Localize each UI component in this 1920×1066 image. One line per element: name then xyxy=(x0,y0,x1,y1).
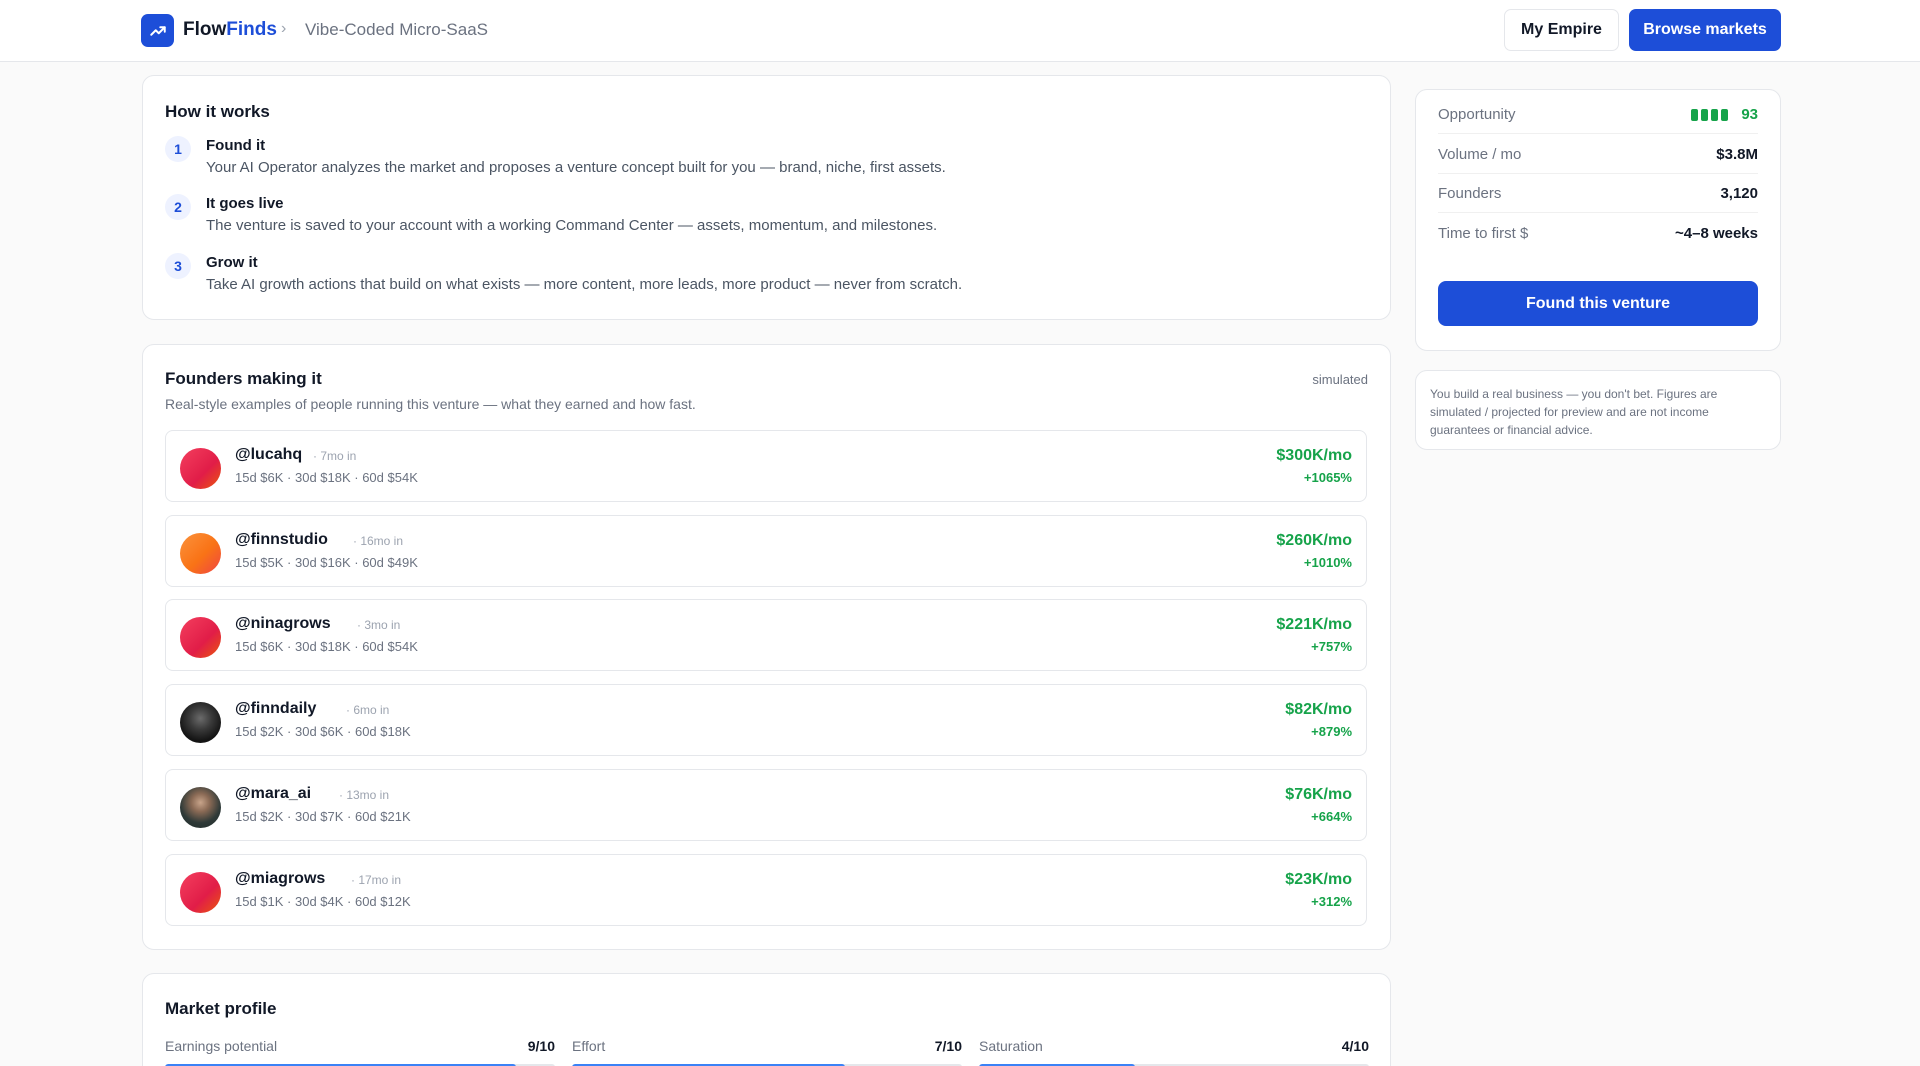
founder-mrr: $260K/mo xyxy=(1276,532,1352,549)
avatar xyxy=(180,617,221,658)
avatar xyxy=(180,533,221,574)
founder-mrr: $300K/mo xyxy=(1276,447,1352,464)
founder-stats: 15d $2K · 30d $7K · 60d $21K xyxy=(235,809,411,824)
founder-growth: +879% xyxy=(1311,724,1352,739)
simulated-badge: simulated xyxy=(1312,372,1368,387)
founder-stats: 15d $5K · 30d $16K · 60d $49K xyxy=(235,555,418,570)
breadcrumb-current[interactable]: Vibe-Coded Micro-SaaS xyxy=(305,20,488,40)
opportunity-score: 93 xyxy=(1741,106,1758,123)
metric-value: 7/10 xyxy=(934,1038,962,1054)
founder-stats: 15d $6K · 30d $18K · 60d $54K xyxy=(235,470,418,485)
metric-value: 4/10 xyxy=(1341,1038,1369,1054)
founder-growth: +664% xyxy=(1311,809,1352,824)
metric-label: Saturation xyxy=(979,1038,1043,1054)
founder-tenure: · 13mo in xyxy=(339,788,390,802)
chevron-right-icon: › xyxy=(281,20,287,37)
founders-count-row: Founders 3,120 xyxy=(1438,174,1758,213)
my-empire-button[interactable]: My Empire xyxy=(1504,9,1619,51)
brand-logo-icon[interactable] xyxy=(141,14,174,47)
avatar xyxy=(180,787,221,828)
step-number: 1 xyxy=(165,136,191,162)
founder-handle[interactable]: @mara_ai xyxy=(235,785,311,803)
founder-handle[interactable]: @ninagrows xyxy=(235,615,331,633)
founder-stats: 15d $1K · 30d $4K · 60d $12K xyxy=(235,894,411,909)
step-found-it: 1 Found it Your AI Operator analyzes the… xyxy=(165,136,1365,186)
how-it-works-card: How it works 1 Found it Your AI Operator… xyxy=(142,75,1391,320)
avatar xyxy=(180,702,221,743)
founder-growth: +757% xyxy=(1311,639,1352,654)
volume-value: $3.8M xyxy=(1716,146,1758,163)
browse-markets-button[interactable]: Browse markets xyxy=(1629,9,1781,51)
founder-tenure: · 6mo in xyxy=(346,703,390,717)
market-profile-card: Market profile Earnings potential 9/10 E… xyxy=(142,973,1391,1066)
founders-title: Founders making it xyxy=(165,369,322,388)
market-profile-title: Market profile xyxy=(165,999,277,1018)
time-to-first-row: Time to first $ ~4–8 weeks xyxy=(1438,214,1758,253)
founder-handle[interactable]: @lucahq xyxy=(235,446,302,464)
venture-summary-card: Opportunity 93 Volume / mo $3.8M Founder… xyxy=(1415,89,1781,351)
avatar xyxy=(180,448,221,489)
trending-up-icon xyxy=(149,25,166,36)
time-to-first-value: ~4–8 weeks xyxy=(1675,225,1758,242)
founder-handle[interactable]: @miagrows xyxy=(235,870,325,888)
step-description: The venture is saved to your account wit… xyxy=(206,217,938,234)
opportunity-row: Opportunity 93 xyxy=(1438,95,1758,134)
founder-stats: 15d $6K · 30d $18K · 60d $54K xyxy=(235,639,418,654)
founder-mrr: $23K/mo xyxy=(1285,871,1352,888)
founder-mrr: $82K/mo xyxy=(1285,701,1352,718)
found-venture-button[interactable]: Found this venture xyxy=(1438,281,1758,326)
step-title: Grow it xyxy=(206,254,258,271)
founder-row[interactable]: @lucahq · 7mo in 15d $6K · 30d $18K · 60… xyxy=(165,430,1367,502)
avatar xyxy=(180,872,221,913)
founder-row[interactable]: @miagrows · 17mo in 15d $1K · 30d $4K · … xyxy=(165,854,1367,926)
founders-count-value: 3,120 xyxy=(1720,185,1758,202)
brand-name[interactable]: FlowFinds xyxy=(183,19,277,41)
how-it-works-title: How it works xyxy=(165,102,270,121)
metric-label: Earnings potential xyxy=(165,1038,278,1054)
founders-subtitle: Real-style examples of people running th… xyxy=(165,396,696,412)
founder-tenure: · 16mo in xyxy=(353,534,404,548)
founder-tenure: · 7mo in xyxy=(313,449,357,463)
founder-growth: +312% xyxy=(1311,894,1352,909)
founders-count-label: Founders xyxy=(1438,185,1502,202)
top-header: FlowFinds › Vibe-Coded Micro-SaaS My Emp… xyxy=(0,0,1920,62)
founder-mrr: $76K/mo xyxy=(1285,786,1352,803)
opportunity-label: Opportunity xyxy=(1438,106,1516,123)
founder-tenure: · 3mo in xyxy=(357,618,401,632)
founder-growth: +1010% xyxy=(1303,555,1352,570)
disclaimer-text: You build a real business — you don't be… xyxy=(1430,387,1718,437)
step-description: Take AI growth actions that build on wha… xyxy=(206,276,963,293)
volume-label: Volume / mo xyxy=(1438,146,1522,163)
founder-row[interactable]: @mara_ai · 13mo in 15d $2K · 30d $7K · 6… xyxy=(165,769,1367,841)
founder-handle[interactable]: @finndaily xyxy=(235,700,316,718)
step-title: Found it xyxy=(206,137,266,154)
founder-stats: 15d $2K · 30d $6K · 60d $18K xyxy=(235,724,411,739)
disclaimer-card: You build a real business — you don't be… xyxy=(1415,370,1781,450)
volume-row: Volume / mo $3.8M xyxy=(1438,135,1758,174)
step-it-goes-live: 2 It goes live The venture is saved to y… xyxy=(165,194,1365,244)
founder-growth: +1065% xyxy=(1303,470,1352,485)
founder-row[interactable]: @finnstudio · 16mo in 15d $5K · 30d $16K… xyxy=(165,515,1367,587)
founder-mrr: $221K/mo xyxy=(1276,616,1352,633)
founder-tenure: · 17mo in xyxy=(351,873,402,887)
metric-label: Effort xyxy=(572,1038,606,1054)
founder-row[interactable]: @ninagrows · 3mo in 15d $6K · 30d $18K ·… xyxy=(165,599,1367,671)
time-to-first-label: Time to first $ xyxy=(1438,225,1529,242)
founder-handle[interactable]: @finnstudio xyxy=(235,531,328,549)
step-number: 3 xyxy=(165,253,191,279)
founder-row[interactable]: @finndaily · 6mo in 15d $2K · 30d $6K · … xyxy=(165,684,1367,756)
step-title: It goes live xyxy=(206,195,284,212)
step-grow-it: 3 Grow it Take AI growth actions that bu… xyxy=(165,253,1365,303)
founders-card: Founders making it simulated Real-style … xyxy=(142,344,1391,950)
step-description: Your AI Operator analyzes the market and… xyxy=(206,159,946,176)
step-number: 2 xyxy=(165,194,191,220)
metric-value: 9/10 xyxy=(527,1038,555,1054)
opportunity-meter-icon xyxy=(1691,109,1728,121)
